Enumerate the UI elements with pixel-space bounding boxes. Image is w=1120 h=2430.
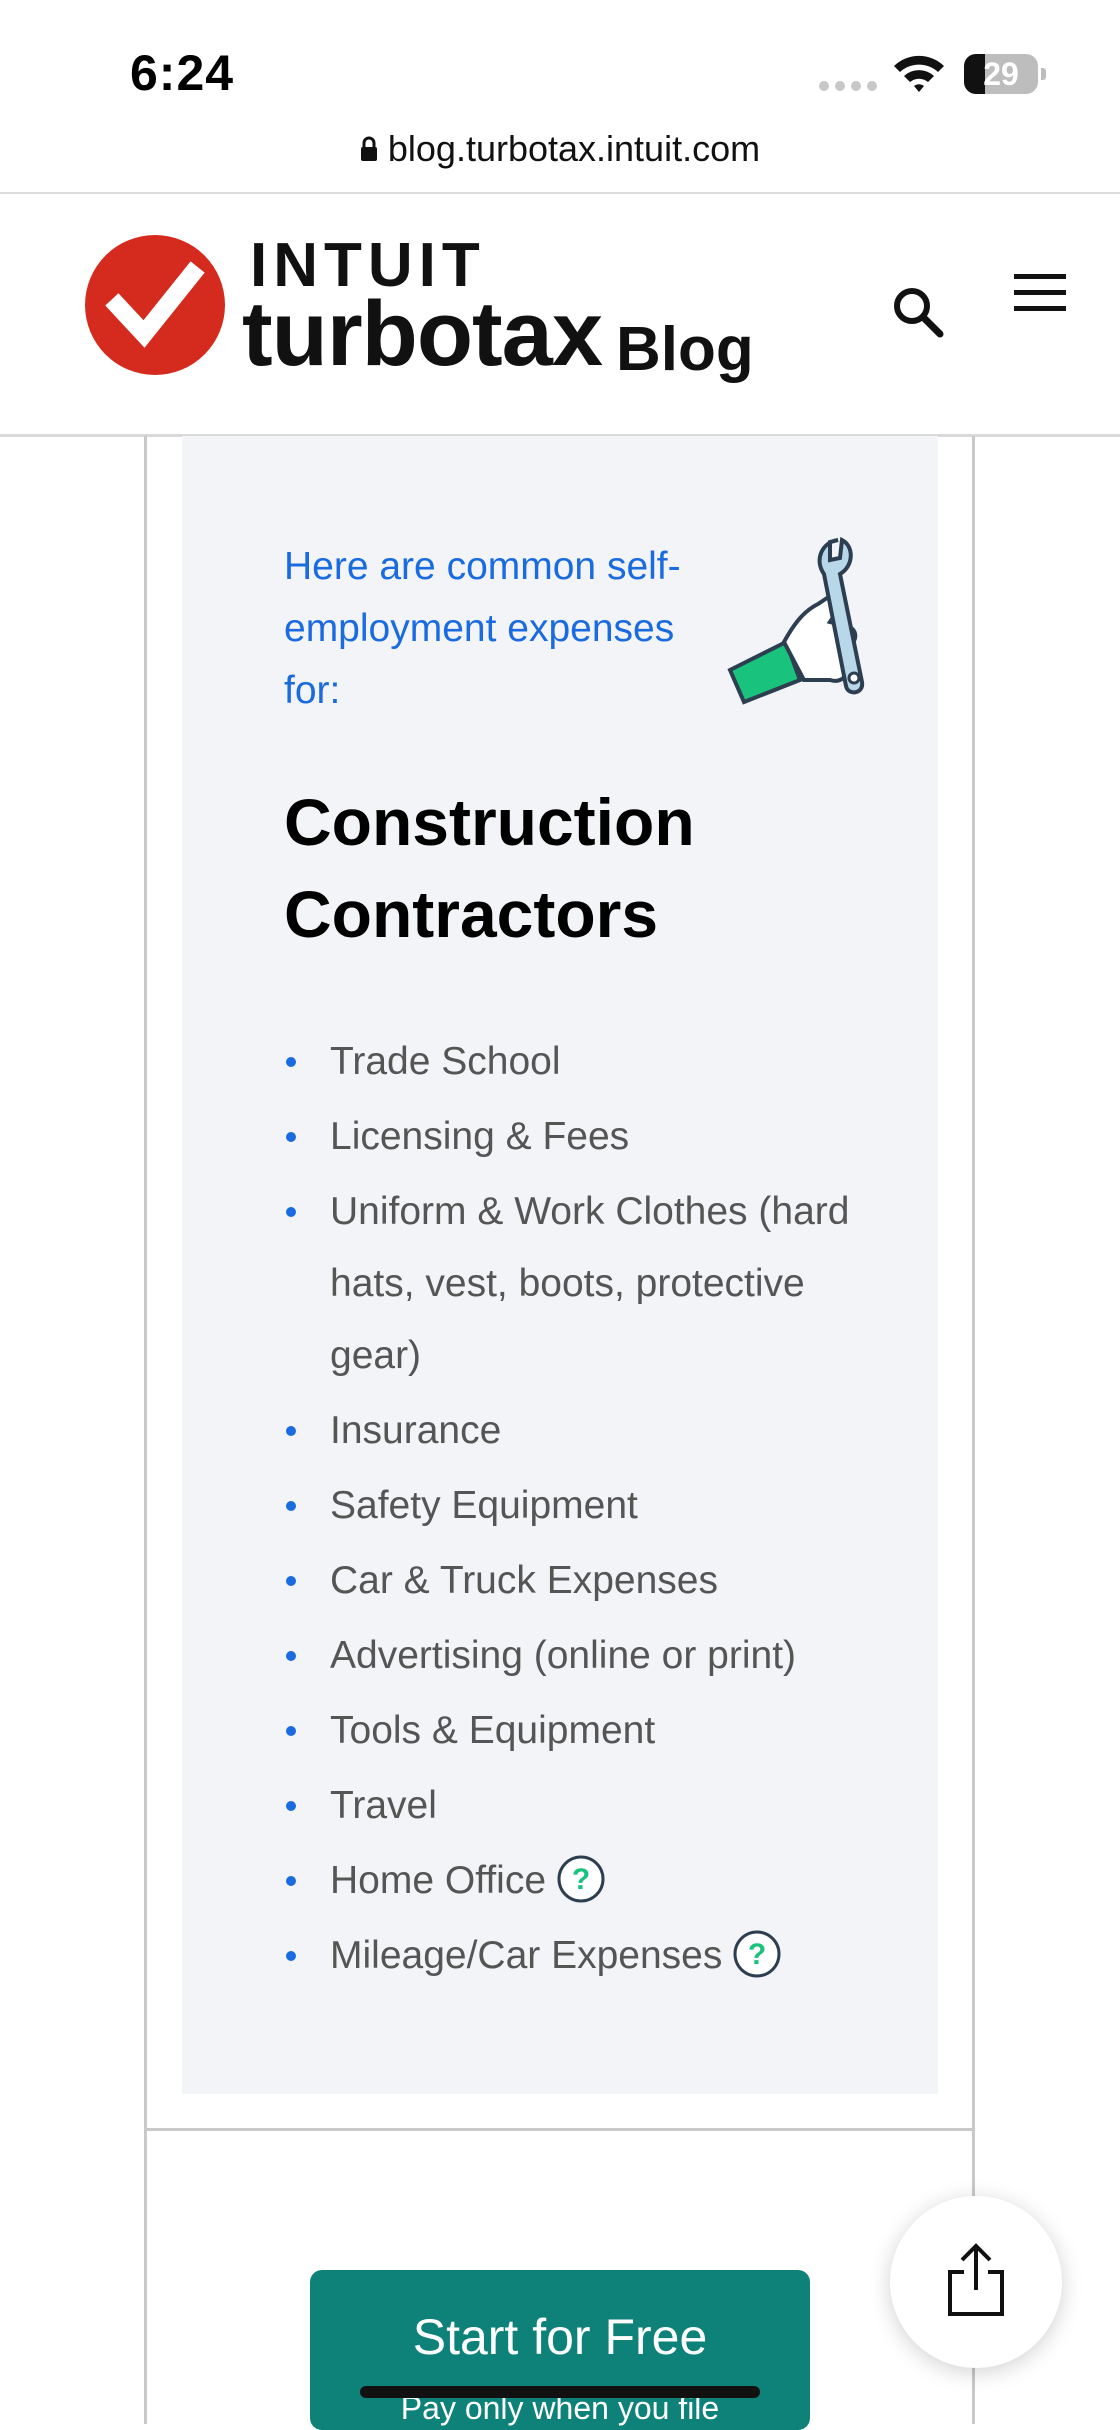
svg-text:?: ?	[748, 1938, 766, 1971]
battery-icon: 29	[964, 54, 1046, 94]
expense-item-label: Insurance	[330, 1409, 502, 1452]
expense-item-label: Tools & Equipment	[330, 1709, 656, 1752]
bullet-icon	[286, 1057, 296, 1067]
expense-list: Trade School Licensing & Fees Uniform & Wo…	[284, 1026, 904, 1995]
expense-item: Tools & Equipment	[284, 1695, 904, 1767]
wifi-icon	[894, 55, 944, 92]
wrench-hand-illustration	[727, 536, 865, 705]
help-question-icon[interactable]: ?	[556, 1854, 606, 1904]
cellular-signal-icon	[819, 81, 877, 91]
bullet-icon	[286, 1207, 296, 1217]
expense-item: Uniform & Work Clothes (hard hats, vest,…	[284, 1176, 904, 1392]
help-question-icon[interactable]: ?	[732, 1929, 782, 1979]
bullet-icon	[286, 1576, 296, 1586]
share-icon	[948, 2243, 1004, 2316]
expense-item: Advertising (online or print)	[284, 1620, 904, 1692]
expense-item: Safety Equipment	[284, 1470, 904, 1542]
svg-text:?: ?	[572, 1863, 590, 1896]
address-bar[interactable]: blog.turbotax.intuit.com	[0, 128, 1120, 194]
expense-item-label: Mileage/Car Expenses	[330, 1934, 723, 1977]
battery-level: 29	[983, 56, 1019, 92]
search-icon[interactable]	[890, 284, 946, 340]
status-bar: 6:24 29	[0, 0, 1120, 130]
bullet-icon	[286, 1726, 296, 1736]
article-border-right	[972, 436, 975, 2424]
bullet-icon	[286, 1951, 296, 1961]
bullet-icon	[286, 1801, 296, 1811]
expense-item-label: Trade School	[330, 1040, 561, 1083]
url-text[interactable]: blog.turbotax.intuit.com	[388, 128, 760, 170]
section-divider	[144, 2128, 975, 2131]
article-border-left	[144, 436, 147, 2424]
expense-item-label: Travel	[330, 1784, 437, 1827]
share-button[interactable]	[890, 2196, 1062, 2368]
expense-item-label: Licensing & Fees	[330, 1115, 630, 1158]
expenses-card: Here are common self-employment expenses…	[182, 436, 938, 2094]
bullet-icon	[286, 1501, 296, 1511]
brand-blog: Blog	[616, 315, 754, 384]
card-title: Construction Contractors	[284, 785, 695, 951]
card-intro: Here are common self-employment expenses…	[284, 545, 681, 712]
expense-item-label: Car & Truck Expenses	[330, 1559, 718, 1602]
brand-turbotax: turbotax	[242, 283, 603, 385]
expense-item-label: Advertising (online or print)	[330, 1634, 797, 1677]
expense-item: Licensing & Fees	[284, 1101, 904, 1173]
bullet-icon	[286, 1876, 296, 1886]
expense-item: Trade School	[284, 1026, 904, 1098]
expense-item-label: Uniform & Work Clothes (hard hats, vest,…	[330, 1190, 850, 1377]
hamburger-menu-icon[interactable]	[1012, 266, 1068, 322]
start-for-free-button[interactable]: Start for Free Pay only when you file	[310, 2270, 810, 2430]
bullet-icon	[286, 1651, 296, 1661]
bullet-icon	[286, 1132, 296, 1142]
expense-item: Insurance	[284, 1395, 904, 1467]
expense-item: Home Office?	[284, 1845, 904, 1917]
site-header: INTUIT turbotax Blog	[0, 194, 1120, 437]
lock-icon	[360, 136, 377, 161]
expense-item: Car & Truck Expenses	[284, 1545, 904, 1617]
expense-item-label: Safety Equipment	[330, 1484, 638, 1527]
home-indicator	[360, 2386, 760, 2398]
cta-label: Start for Free	[412, 2309, 708, 2365]
turbotax-check-logo-icon[interactable]	[84, 234, 226, 376]
status-time: 6:24	[130, 45, 235, 101]
bullet-icon	[286, 1426, 296, 1436]
expense-item: Mileage/Car Expenses?	[284, 1920, 904, 1992]
expense-item: Travel	[284, 1770, 904, 1842]
expense-item-label: Home Office	[330, 1859, 547, 1902]
